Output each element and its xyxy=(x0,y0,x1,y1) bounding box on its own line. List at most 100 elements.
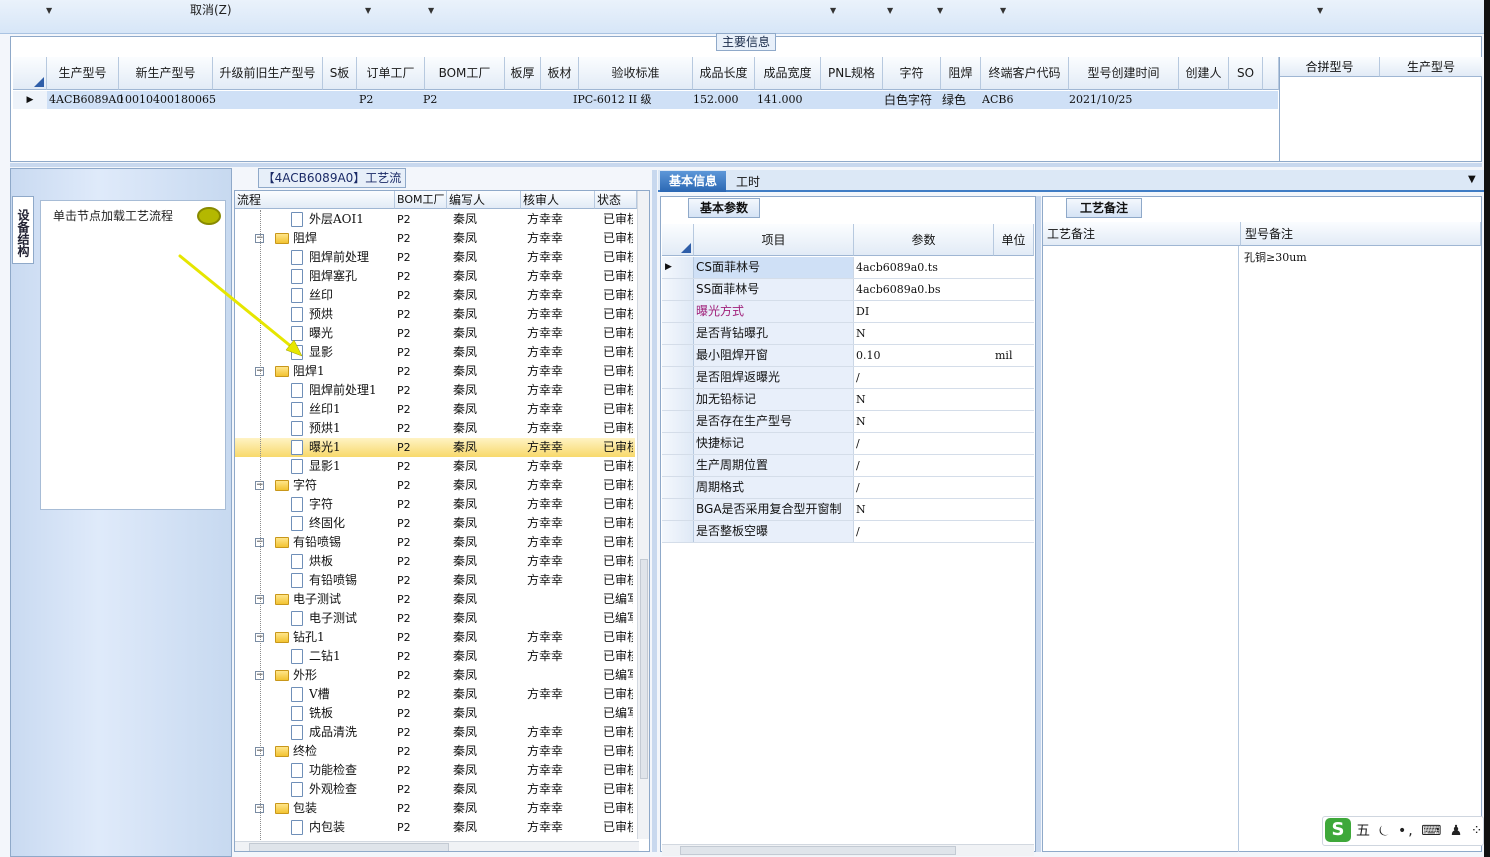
tree-row[interactable]: −钻孔1P2秦凤方幸幸已审核 xyxy=(235,628,635,647)
tree-row[interactable]: 丝印1 P2 秦凤 方幸幸 已审核 xyxy=(235,400,635,419)
tree-row[interactable]: 成品清洗 P2 秦凤 方幸幸 已审核 xyxy=(235,723,635,742)
param-unit[interactable] xyxy=(994,433,1034,454)
col-unit[interactable]: 单位 xyxy=(994,224,1034,256)
dropdown-arrow-icon[interactable]: ▼ xyxy=(1000,6,1006,15)
col-created[interactable]: 型号创建时间 xyxy=(1069,57,1179,90)
tree-row[interactable]: 二钻1 P2 秦凤 方幸幸 已审核 xyxy=(235,647,635,666)
col-length[interactable]: 成品长度 xyxy=(693,57,755,90)
tree-row[interactable]: 外层AOI1 P2 秦凤 方幸幸 已审核 xyxy=(235,210,635,229)
param-unit[interactable] xyxy=(994,389,1034,410)
col-order-factory[interactable]: 订单工厂 xyxy=(357,57,425,90)
row-header[interactable] xyxy=(662,389,694,410)
scroll-thumb[interactable] xyxy=(249,843,449,851)
col-item[interactable]: 项目 xyxy=(694,224,854,256)
col-reviewer[interactable]: 核审人 xyxy=(521,191,595,209)
tree-row[interactable]: 烘板 P2 秦凤 方幸幸 已审核 xyxy=(235,552,635,571)
col-old-model[interactable]: 升级前旧生产型号 xyxy=(213,57,323,90)
col-char[interactable]: 字符 xyxy=(883,57,941,90)
col-merge-prod-model[interactable]: 生产型号 xyxy=(1380,57,1482,77)
tree-row[interactable]: 电子测试 P2 秦凤 已编写 xyxy=(235,609,635,628)
col-flow[interactable]: 流程 xyxy=(235,191,395,209)
tree-row[interactable]: −字符P2秦凤方幸幸已审核 xyxy=(235,476,635,495)
row-header[interactable] xyxy=(662,433,694,454)
scroll-thumb[interactable] xyxy=(680,846,956,855)
col-model-note[interactable]: 型号备注 xyxy=(1241,222,1481,246)
tree-row[interactable]: 曝光1 P2 秦凤 方幸幸 已审核 xyxy=(235,438,635,457)
col-width[interactable]: 成品宽度 xyxy=(755,57,821,90)
tabs-dropdown-icon[interactable]: ▼ xyxy=(1468,174,1476,185)
col-so[interactable]: SO xyxy=(1229,57,1263,90)
row-header[interactable] xyxy=(662,477,694,498)
row-header[interactable] xyxy=(662,279,694,300)
model-note-text[interactable]: 孔铜≥30um xyxy=(1244,249,1307,265)
tree-row[interactable]: V槽 P2 秦凤 方幸幸 已审核 xyxy=(235,685,635,704)
param-unit[interactable] xyxy=(994,455,1034,476)
param-unit[interactable] xyxy=(994,323,1034,344)
col-merge-model[interactable]: 合拼型号 xyxy=(1280,57,1380,77)
tree-row[interactable]: 有铅喷锡 P2 秦凤 方幸幸 已审核 xyxy=(235,571,635,590)
tree-row[interactable]: −有铅喷锡P2秦凤方幸幸已审核 xyxy=(235,533,635,552)
tree-row[interactable]: 功能检查 P2 秦凤 方幸幸 已审核 xyxy=(235,761,635,780)
col-creator[interactable]: 创建人 xyxy=(1179,57,1229,90)
tab-basic-info[interactable]: 基本信息 xyxy=(660,171,726,192)
col-new-model[interactable]: 新生产型号 xyxy=(119,57,213,90)
param-row[interactable]: 曝光方式 DI xyxy=(662,301,1034,323)
cell-length[interactable]: 152.000 xyxy=(693,91,739,109)
cell-prod-model[interactable]: 4ACB6089A0 xyxy=(49,91,123,109)
param-value[interactable]: 4acb6089a0.bs xyxy=(854,279,994,300)
row-header[interactable] xyxy=(662,323,694,344)
equipment-structure-tab[interactable]: 设备结构 xyxy=(12,196,34,264)
tab-work-hours[interactable]: 工时 xyxy=(736,172,760,192)
param-value[interactable]: / xyxy=(854,521,994,542)
row-header[interactable] xyxy=(662,345,694,366)
tree-row[interactable]: −阻焊P2秦凤方幸幸已审核 xyxy=(235,229,635,248)
param-row[interactable]: 是否背钻曝孔 N xyxy=(662,323,1034,345)
model-note-scrollbar[interactable] xyxy=(1467,250,1479,850)
col-status[interactable]: 状态 xyxy=(595,191,637,209)
tree-row[interactable]: 内包装 P2 秦凤 方幸幸 已审核 xyxy=(235,818,635,837)
cell-order-factory[interactable]: P2 xyxy=(359,91,373,109)
param-unit[interactable]: mil xyxy=(994,345,1034,366)
tree-row[interactable]: 显影1 P2 秦凤 方幸幸 已审核 xyxy=(235,457,635,476)
col-writer[interactable]: 编写人 xyxy=(447,191,521,209)
param-unit[interactable] xyxy=(994,477,1034,498)
param-row[interactable]: 周期格式 / xyxy=(662,477,1034,499)
dropdown-arrow-icon[interactable]: ▼ xyxy=(937,6,943,15)
col-solder[interactable]: 阻焊 xyxy=(941,57,981,90)
param-row[interactable]: 加无铅标记 N xyxy=(662,389,1034,411)
param-unit[interactable] xyxy=(994,301,1034,322)
param-unit[interactable] xyxy=(994,521,1034,542)
tree-horizontal-scrollbar[interactable] xyxy=(235,841,639,851)
param-value[interactable]: / xyxy=(854,455,994,476)
col-bom-factory[interactable]: BOM工厂 xyxy=(425,57,505,90)
dropdown-arrow-icon[interactable]: ▼ xyxy=(887,6,893,15)
process-note-scrollbar[interactable] xyxy=(1226,250,1238,850)
cell-bom-factory[interactable]: P2 xyxy=(423,91,437,109)
param-value[interactable]: N xyxy=(854,411,994,432)
param-row[interactable]: SS面菲林号 4acb6089a0.bs xyxy=(662,279,1034,301)
cell-solder[interactable]: 绿色 xyxy=(942,91,966,109)
param-row[interactable]: 最小阻焊开窗 0.10 mil xyxy=(662,345,1034,367)
tree-vertical-scrollbar[interactable] xyxy=(637,191,649,839)
cell-char[interactable]: 白色字符 xyxy=(884,91,932,109)
tree-row[interactable]: 字符 P2 秦凤 方幸幸 已审核 xyxy=(235,495,635,514)
dropdown-arrow-icon[interactable]: ▼ xyxy=(830,6,836,15)
cell-customer[interactable]: ACB6 xyxy=(982,91,1013,109)
param-unit[interactable] xyxy=(994,499,1034,520)
param-unit[interactable] xyxy=(994,279,1034,300)
param-unit[interactable] xyxy=(994,367,1034,388)
param-row[interactable]: 快捷标记 / xyxy=(662,433,1034,455)
param-row[interactable]: ▶ CS面菲林号 4acb6089a0.ts xyxy=(662,257,1034,279)
ime-logo-icon[interactable]: S xyxy=(1325,818,1351,842)
dropdown-arrow-icon[interactable]: ▼ xyxy=(365,6,371,15)
col-pnl[interactable]: PNL规格 xyxy=(821,57,883,90)
tree-row[interactable]: −外形P2秦凤已编写 xyxy=(235,666,635,685)
cell-created[interactable]: 2021/10/25 xyxy=(1069,91,1132,109)
param-row[interactable]: 是否存在生产型号 N xyxy=(662,411,1034,433)
vertical-splitter[interactable] xyxy=(652,170,657,852)
tree-row[interactable]: 铣板 P2 秦凤 已编写 xyxy=(235,704,635,723)
params-horizontal-scrollbar[interactable] xyxy=(662,844,1034,856)
vertical-splitter[interactable] xyxy=(1036,196,1041,852)
row-header[interactable] xyxy=(662,521,694,542)
col-standard[interactable]: 验收标准 xyxy=(579,57,693,90)
